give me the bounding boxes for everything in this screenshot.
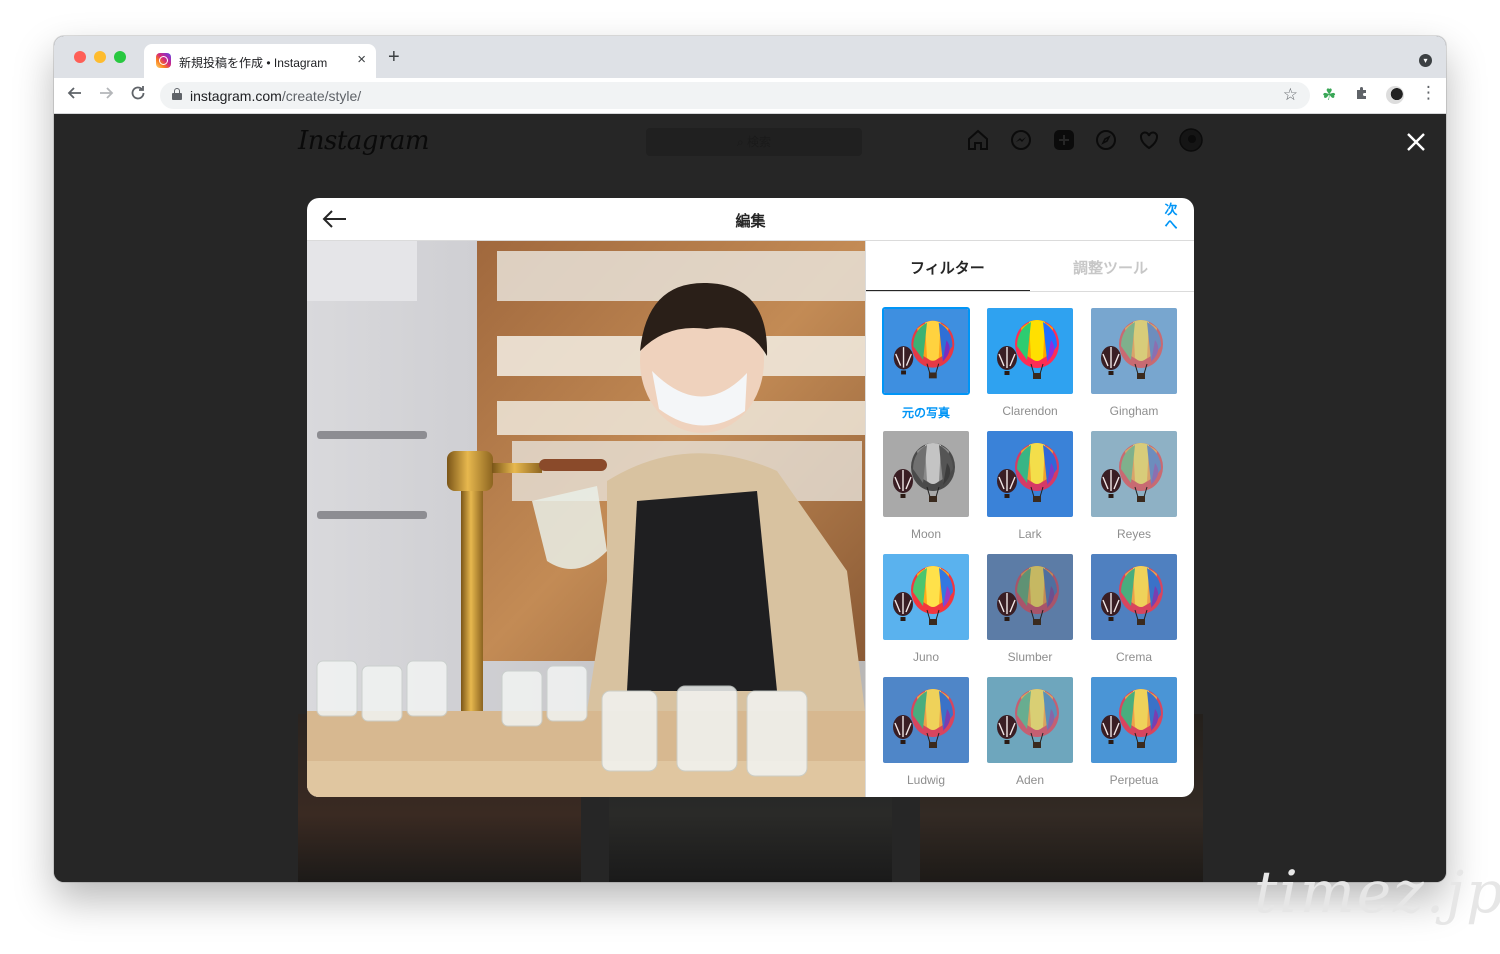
- next-button[interactable]: 次へ: [1164, 202, 1178, 232]
- new-post-icon[interactable]: [1052, 128, 1076, 152]
- filter-tile[interactable]: Lark: [986, 430, 1074, 541]
- watermark: timez.jp: [1254, 858, 1500, 926]
- explore-icon[interactable]: [1094, 128, 1118, 152]
- new-tab-button[interactable]: +: [388, 47, 400, 67]
- instagram-header: Instagram ⌕ 検索: [54, 114, 1446, 168]
- tab-search-icon[interactable]: ▾: [1419, 54, 1432, 67]
- filter-tile[interactable]: Gingham: [1090, 307, 1178, 418]
- filter-name: Lark: [1018, 527, 1042, 541]
- photo-preview: [307, 241, 865, 797]
- filter-tile[interactable]: Juno: [882, 553, 970, 664]
- filter-name: Slumber: [1007, 650, 1053, 664]
- tab-close-icon[interactable]: ×: [357, 51, 366, 68]
- hot-air-balloon-thumbnail: [986, 553, 1074, 641]
- hot-air-balloon-thumbnail: [1090, 676, 1178, 764]
- filter-tile[interactable]: 元の写真: [882, 307, 970, 421]
- profile-avatar-icon[interactable]: [1179, 128, 1203, 152]
- filter-tile[interactable]: Reyes: [1090, 430, 1178, 541]
- modal-header: 編集 次へ: [307, 198, 1194, 241]
- filter-name: Crema: [1115, 650, 1152, 664]
- reload-icon[interactable]: [129, 84, 147, 107]
- tab-filters[interactable]: フィルター: [910, 257, 985, 278]
- filter-name: Moon: [910, 527, 942, 541]
- hot-air-balloon-thumbnail: [882, 676, 970, 764]
- filter-tile[interactable]: Aden: [986, 676, 1074, 787]
- tab-title: 新規投稿を作成 • Instagram: [179, 56, 328, 70]
- filter-name: Ludwig: [906, 773, 946, 787]
- instagram-logo[interactable]: Instagram: [298, 126, 430, 156]
- clover-icon[interactable]: ☘: [1322, 85, 1336, 105]
- filter-name: Gingham: [1109, 404, 1159, 418]
- filter-panel: フィルター 調整ツール 元の写真 Clarendon Gingham Moon Lark…: [865, 241, 1194, 797]
- filter-name: Clarendon: [1002, 404, 1058, 418]
- filter-name: Juno: [912, 650, 940, 664]
- profile-avatar-icon[interactable]: [1386, 86, 1404, 104]
- messenger-icon[interactable]: [1009, 128, 1033, 152]
- puzzle-icon[interactable]: [1354, 85, 1370, 106]
- window-close-button[interactable]: [74, 51, 86, 63]
- modal-title: 編集: [735, 213, 766, 230]
- hot-air-balloon-thumbnail: [986, 676, 1074, 764]
- hot-air-balloon-thumbnail: [1090, 553, 1178, 641]
- hot-air-balloon-thumbnail: [986, 307, 1074, 395]
- home-icon[interactable]: [966, 128, 990, 152]
- filter-name: Reyes: [1116, 527, 1151, 541]
- browser-window: 新規投稿を作成 • Instagram × + ▾ instagram.com/…: [54, 36, 1446, 882]
- browser-menu-icon[interactable]: ⋮: [1420, 83, 1437, 103]
- filter-tile[interactable]: Slumber: [986, 553, 1074, 664]
- url-text: instagram.com/create/style/: [190, 88, 362, 104]
- page-content: Instagram ⌕ 検索 編集 次へ フィルター 調整ツール 元の写真 Cl…: [54, 114, 1446, 882]
- activity-heart-icon[interactable]: [1137, 128, 1161, 152]
- hot-air-balloon-thumbnail: [882, 307, 970, 395]
- edit-modal: 編集 次へ フィルター 調整ツール 元の写真 Clarendon Gingham…: [307, 198, 1194, 797]
- address-bar[interactable]: instagram.com/create/style/ ☆: [160, 82, 1310, 109]
- hot-air-balloon-thumbnail: [882, 553, 970, 641]
- back-arrow-icon[interactable]: [66, 84, 84, 107]
- tab-strip: 新規投稿を作成 • Instagram × + ▾: [54, 36, 1446, 78]
- tab-adjustments[interactable]: 調整ツール: [1073, 257, 1148, 278]
- forward-arrow-icon[interactable]: [97, 84, 115, 107]
- filter-tile[interactable]: Perpetua: [1090, 676, 1178, 787]
- filter-tile[interactable]: Moon: [882, 430, 970, 541]
- hot-air-balloon-thumbnail: [882, 430, 970, 518]
- filter-name: 元の写真: [901, 406, 950, 420]
- filter-tile[interactable]: Ludwig: [882, 676, 970, 787]
- lock-icon[interactable]: [172, 88, 182, 100]
- instagram-favicon-icon: [156, 53, 171, 68]
- window-minimize-button[interactable]: [94, 51, 106, 63]
- filter-name: Perpetua: [1109, 773, 1159, 787]
- hot-air-balloon-thumbnail: [1090, 430, 1178, 518]
- hot-air-balloon-thumbnail: [986, 430, 1074, 518]
- filter-tile[interactable]: Clarendon: [986, 307, 1074, 418]
- filter-tile[interactable]: Crema: [1090, 553, 1178, 664]
- search-input[interactable]: ⌕ 検索: [646, 128, 862, 156]
- window-zoom-button[interactable]: [114, 51, 126, 63]
- panel-tabs: フィルター 調整ツール: [866, 241, 1194, 292]
- bookmark-star-icon[interactable]: ☆: [1283, 85, 1298, 105]
- browser-tab-active[interactable]: 新規投稿を作成 • Instagram ×: [144, 44, 376, 78]
- active-tab-indicator: [866, 290, 1030, 291]
- close-icon[interactable]: [1404, 130, 1428, 154]
- filter-name: Aden: [1015, 773, 1045, 787]
- browser-toolbar: instagram.com/create/style/ ☆ ☘ ⋮: [54, 78, 1446, 114]
- hot-air-balloon-thumbnail: [1090, 307, 1178, 395]
